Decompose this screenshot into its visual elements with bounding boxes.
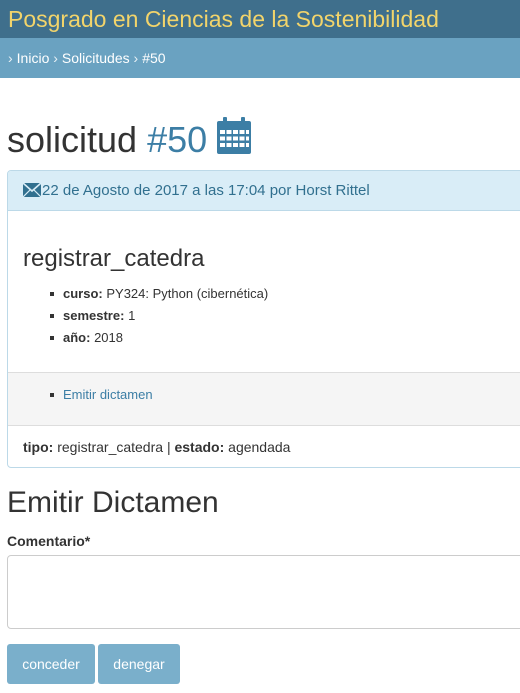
panel-header-text: 22 de Agosto de 2017 a las 17:04 por Hor…: [42, 182, 370, 199]
breadcrumb-separator: ›: [8, 50, 13, 66]
footer-divider: |: [166, 439, 171, 455]
detail-curso: curso: PY324: Python (cibernética): [23, 283, 268, 305]
breadcrumb: › Inicio › Solicitudes › #50: [0, 38, 520, 78]
site-brand[interactable]: Posgrado en Ciencias de la Sostenibilida…: [8, 5, 439, 33]
detail-value: PY324: Python (cibernética): [106, 286, 269, 301]
breadcrumb-separator: ›: [133, 50, 139, 66]
envelope-icon: [23, 183, 41, 197]
breadcrumb-separator: ›: [53, 50, 58, 66]
detail-label: año:: [63, 330, 91, 345]
denegar-button[interactable]: denegar: [98, 644, 180, 684]
section-title: Emitir Dictamen: [7, 486, 219, 519]
page-title-number: #50: [147, 119, 208, 160]
detail-label: semestre:: [63, 308, 125, 323]
page-title: solicitud #50: [7, 118, 207, 162]
breadcrumb-item-solicitudes[interactable]: Solicitudes: [62, 50, 130, 66]
breadcrumb-item-current: #50: [142, 50, 166, 66]
detail-label: curso:: [63, 286, 103, 301]
conceder-button[interactable]: conceder: [7, 644, 95, 684]
comment-label: Comentario*: [7, 533, 91, 549]
panel-footer: tipo: registrar_catedra | estado: agenda…: [23, 436, 290, 458]
panel-header: 22 de Agosto de 2017 a las 17:04 por Hor…: [8, 171, 520, 211]
estado-value: agendada: [228, 439, 291, 455]
request-panel: 22 de Agosto de 2017 a las 17:04 por Hor…: [7, 170, 520, 468]
calendar-icon: [217, 117, 251, 154]
tipo-value: registrar_catedra: [57, 439, 164, 455]
breadcrumb-item-inicio[interactable]: Inicio: [17, 50, 50, 66]
request-type-title: registrar_catedra: [23, 245, 205, 272]
detail-value: 1: [128, 308, 136, 323]
estado-label: estado:: [174, 439, 225, 455]
action-item: Emitir dictamen: [23, 384, 153, 406]
request-details-list: curso: PY324: Python (cibernética) semes…: [23, 283, 268, 349]
detail-value: 2018: [94, 330, 123, 345]
detail-semestre: semestre: 1: [23, 305, 268, 327]
detail-anio: año: 2018: [23, 327, 268, 349]
top-navbar: Posgrado en Ciencias de la Sostenibilida…: [0, 0, 520, 38]
comment-field[interactable]: [7, 555, 520, 629]
emitir-dictamen-link[interactable]: Emitir dictamen: [63, 387, 153, 402]
page-title-prefix: solicitud: [7, 119, 138, 160]
tipo-label: tipo:: [23, 439, 54, 455]
panel-actions: Emitir dictamen: [8, 372, 520, 426]
